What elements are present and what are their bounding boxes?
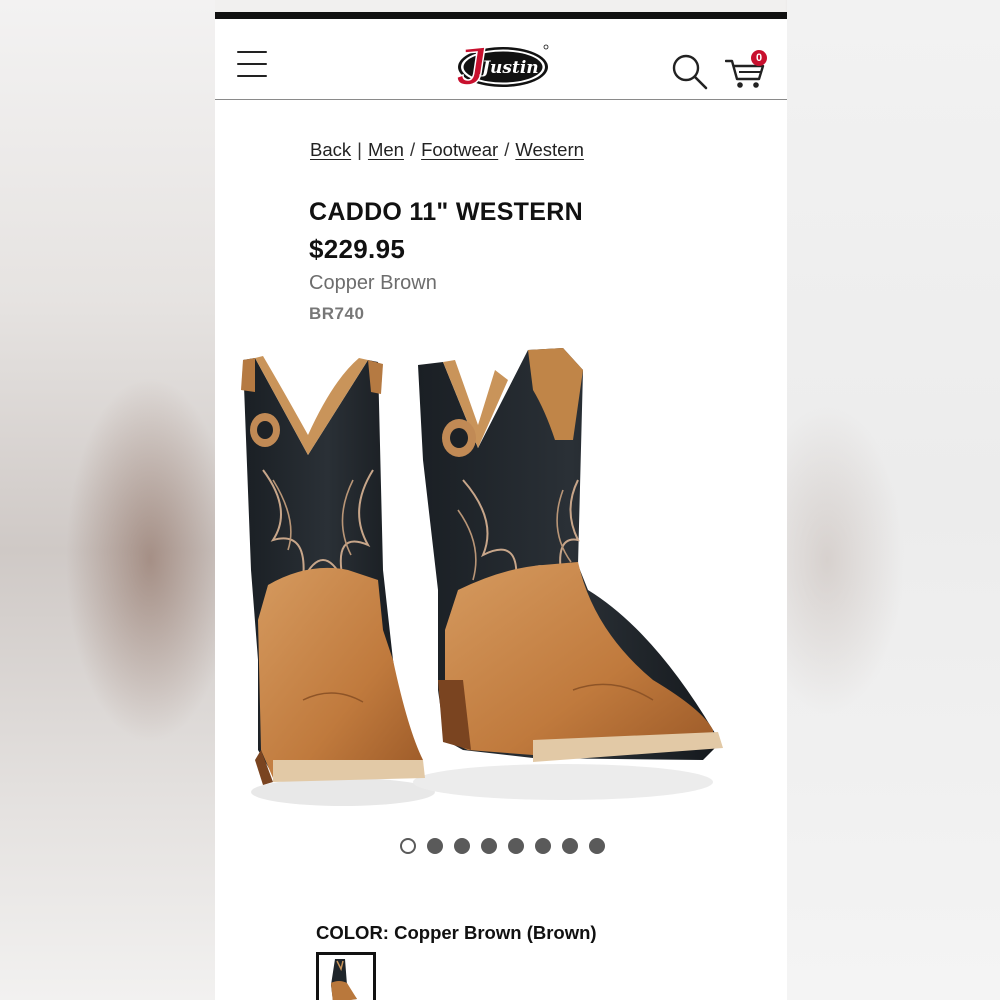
mobile-page: Justin 0 Back | Men / Footwear / Western CADDO… — [215, 12, 787, 1000]
carousel-dot[interactable] — [535, 838, 551, 854]
product-price: $229.95 — [309, 234, 406, 264]
background-blur-right — [787, 0, 1000, 1000]
hamburger-menu-icon[interactable] — [237, 51, 267, 79]
search-icon[interactable] — [671, 53, 709, 91]
carousel-dot[interactable] — [589, 838, 605, 854]
carousel-dot[interactable] — [481, 838, 497, 854]
top-bar — [215, 12, 787, 19]
carousel-dot[interactable] — [454, 838, 470, 854]
justin-logo[interactable]: Justin — [451, 39, 551, 91]
breadcrumb-separator: / — [504, 139, 510, 160]
breadcrumb-separator: | — [357, 139, 362, 160]
product-sku: BR740 — [309, 304, 365, 323]
svg-text:Justin: Justin — [479, 58, 539, 78]
product-image-boots[interactable] — [233, 330, 733, 830]
color-swatch-copper-brown[interactable] — [316, 952, 376, 1000]
color-label-value: Copper Brown (Brown) — [394, 922, 597, 943]
background-blur-left — [0, 0, 215, 1000]
product-title: CADDO 11" WESTERN — [309, 198, 583, 226]
breadcrumb-separator: / — [409, 139, 416, 160]
cart-icon[interactable]: 0 — [725, 49, 767, 91]
carousel-dot[interactable] — [400, 838, 416, 854]
cart-count-badge: 0 — [751, 50, 767, 66]
breadcrumb-footwear-link[interactable]: Footwear — [421, 139, 498, 160]
image-carousel-dots — [400, 838, 605, 854]
carousel-dot[interactable] — [562, 838, 578, 854]
breadcrumb-western-link[interactable]: Western — [515, 139, 584, 160]
color-selection-label: COLOR: Copper Brown (Brown) — [316, 922, 597, 944]
carousel-dot[interactable] — [427, 838, 443, 854]
color-label-prefix: COLOR: — [316, 922, 389, 943]
product-color-name: Copper Brown — [309, 272, 437, 294]
breadcrumb: Back | Men / Footwear / Western — [310, 139, 584, 161]
site-header: Justin 0 — [215, 19, 787, 100]
breadcrumb-back-link[interactable]: Back — [310, 139, 351, 160]
breadcrumb-men-link[interactable]: Men — [368, 139, 404, 160]
carousel-dot[interactable] — [508, 838, 524, 854]
